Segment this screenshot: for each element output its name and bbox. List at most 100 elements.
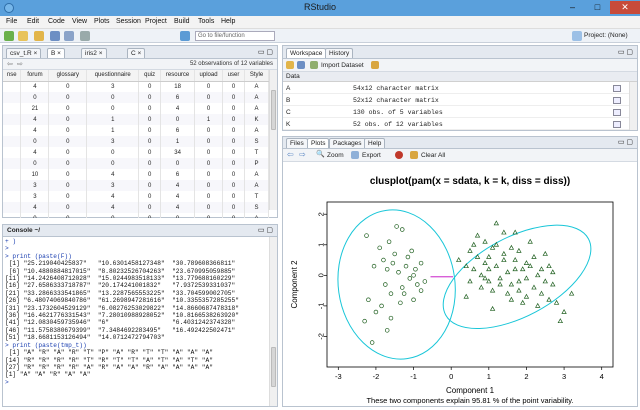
clear-all-button[interactable]: Clear All	[421, 152, 445, 159]
workspace-toolbar: Import Dataset	[283, 59, 637, 72]
previous-plot-icon[interactable]: ⇦	[287, 150, 294, 159]
menu-build[interactable]: Build	[174, 18, 190, 25]
data-point-circle	[388, 291, 394, 296]
grid-scroll-thumb[interactable]	[271, 90, 276, 130]
remove-plot-icon[interactable]	[395, 151, 403, 159]
next-plot-icon[interactable]: ⇨	[299, 150, 306, 159]
console-scroll-thumb[interactable]	[271, 347, 276, 387]
menu-code[interactable]: Code	[48, 18, 65, 25]
data-point-triangle	[519, 266, 526, 272]
table-cell: A	[244, 169, 269, 180]
tab-workspace[interactable]: Workspace	[286, 48, 327, 58]
console-maximize-icon[interactable]: ▭ ▢	[258, 226, 273, 234]
tab-iris2[interactable]: iris2 ×	[81, 48, 107, 58]
workspace-row[interactable]: K 52 obs. of 12 variables	[283, 119, 629, 130]
menu-session[interactable]: Session	[116, 18, 141, 25]
pane-maximize-icon[interactable]: ▭ ▢	[258, 48, 273, 56]
project-menu[interactable]: Project: (None)	[584, 32, 628, 39]
tab-packages[interactable]: Packages	[329, 138, 366, 148]
import-dataset-button[interactable]: Import Dataset	[321, 62, 364, 69]
close-button[interactable]: ✕	[610, 1, 640, 14]
tab-files[interactable]: Files	[286, 138, 308, 148]
table-cell: 1	[194, 114, 224, 125]
menu-file[interactable]: File	[6, 18, 17, 25]
data-point-triangle	[501, 257, 507, 262]
grid-view-icon[interactable]	[613, 97, 621, 104]
goto-file-input[interactable]: Go to file/function	[195, 31, 275, 41]
column-header-style[interactable]: Style	[244, 70, 269, 82]
minimize-button[interactable]: –	[560, 1, 585, 14]
table-cell: 0	[86, 158, 140, 169]
grid-view-icon[interactable]	[613, 121, 621, 128]
data-point-circle	[415, 282, 420, 287]
open-file-icon[interactable]	[34, 31, 44, 41]
menu-bar: File Edit Code View Plots Session Projec…	[0, 16, 640, 29]
print-icon[interactable]	[80, 31, 90, 41]
plots-maximize-icon[interactable]: ▭ ▢	[618, 138, 633, 146]
table-cell: 3	[20, 180, 50, 191]
table-cell: 0	[194, 180, 224, 191]
table-cell: 0	[194, 81, 224, 92]
data-point-circle	[383, 282, 388, 287]
console-scrollbar[interactable]	[269, 237, 277, 406]
column-header-upload[interactable]: upload	[194, 70, 224, 82]
column-header-forum[interactable]: forum	[20, 70, 50, 82]
column-header-nse[interactable]: nse	[3, 70, 22, 82]
data-point-triangle	[546, 263, 552, 269]
tab-history[interactable]: History	[325, 48, 354, 58]
open-project-icon[interactable]	[18, 31, 28, 41]
console-line: [26] "6.48074069840786" "61.269894728161…	[5, 297, 239, 305]
console-title[interactable]: Console ~/	[7, 227, 40, 234]
column-header-resource[interactable]: resource	[160, 70, 196, 82]
load-workspace-icon[interactable]	[286, 61, 294, 69]
save-all-icon[interactable]	[64, 31, 74, 41]
table-cell	[3, 92, 22, 103]
tab-b[interactable]: B ×	[47, 48, 65, 58]
workspace-scrollbar[interactable]	[629, 82, 637, 130]
workspace-row[interactable]: A 54x12 character matrix	[283, 83, 629, 94]
maximize-button[interactable]: □	[585, 1, 610, 14]
tab-csv-t-r[interactable]: csv_t.R ×	[6, 48, 42, 58]
workspace-row[interactable]: C 130 obs. of 5 variables	[283, 107, 629, 118]
tab-plots[interactable]: Plots	[307, 138, 330, 148]
save-icon[interactable]	[50, 31, 60, 41]
data-point-circle	[362, 318, 367, 324]
source-tab-strip: csv_t.R × B × iris2 × C × ▭ ▢	[3, 46, 277, 59]
menu-project[interactable]: Project	[145, 18, 167, 25]
column-header-glossary[interactable]: glossary	[48, 70, 88, 82]
column-header-user[interactable]: user	[222, 70, 245, 82]
table-cell: 0	[138, 202, 162, 213]
save-workspace-icon[interactable]	[297, 61, 305, 69]
zoom-button[interactable]: Zoom	[327, 152, 344, 159]
column-header-quiz[interactable]: quiz	[138, 70, 162, 82]
grid-view-icon[interactable]	[613, 109, 621, 116]
console-output[interactable]: + ) > > print (paste(F)) [1] "25.219040425…	[5, 238, 267, 406]
column-header-questionnaire[interactable]: questionnaire	[86, 70, 140, 82]
data-point-triangle	[482, 238, 488, 244]
menu-tools[interactable]: Tools	[198, 18, 214, 25]
data-point-triangle	[553, 299, 560, 305]
table-cell: 0	[48, 136, 88, 147]
clear-workspace-icon[interactable]	[371, 61, 379, 69]
menu-plots[interactable]: Plots	[94, 18, 110, 25]
back-icon[interactable]: ⇦	[7, 60, 13, 68]
console-line: > print (paste(tmp_t))	[5, 341, 87, 349]
data-point-circle	[411, 297, 416, 303]
workspace-row[interactable]: B 52x12 character matrix	[283, 95, 629, 106]
table-cell: 1	[160, 136, 196, 147]
tab-help[interactable]: Help	[364, 138, 386, 148]
forward-icon[interactable]: ⇨	[17, 60, 23, 68]
tab-c[interactable]: C ×	[127, 48, 146, 58]
grid-view-icon[interactable]	[613, 85, 621, 92]
workspace-maximize-icon[interactable]: ▭ ▢	[618, 48, 633, 56]
table-row: 4 0 3 0 18 0 0 A	[3, 81, 269, 92]
grid-scrollbar[interactable]	[269, 70, 277, 210]
data-point-triangle	[493, 220, 500, 226]
title-bar: RStudio – □ ✕	[0, 0, 640, 16]
menu-edit[interactable]: Edit	[27, 18, 39, 25]
table-cell: A	[244, 125, 269, 136]
export-button[interactable]: Export	[362, 152, 381, 159]
new-file-icon[interactable]	[4, 31, 14, 41]
menu-help[interactable]: Help	[221, 18, 235, 25]
menu-view[interactable]: View	[72, 18, 87, 25]
